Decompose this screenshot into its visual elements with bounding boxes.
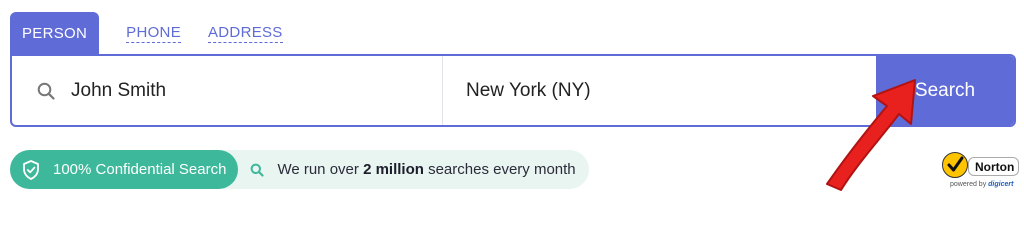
tab-phone-label: PHONE [126,23,181,43]
norton-logo-text: Norton [968,157,1020,176]
tab-address[interactable]: ADDRESS [208,12,283,54]
search-icon [37,82,55,100]
search-stats-badge: We run over 2 million searches every mon… [218,150,589,189]
name-field[interactable]: John Smith [12,56,443,125]
name-field-value: John Smith [71,79,167,101]
stats-bold: 2 million [363,161,424,178]
search-type-tabs: PERSON PHONE ADDRESS [10,12,283,54]
stats-suffix: searches every month [428,161,576,178]
tab-address-label: ADDRESS [208,23,283,43]
tab-person[interactable]: PERSON [10,12,100,54]
norton-check-icon [942,152,968,178]
confidential-label: 100% Confidential Search [53,161,227,178]
trust-badges: 100% Confidential Search We run over 2 m… [10,150,589,189]
red-arrow-annotation [826,79,916,191]
location-field[interactable]: New York (NY) [443,56,876,125]
search-icon [251,163,265,177]
location-field-value: New York (NY) [466,79,591,101]
stats-prefix: We run over [277,161,359,178]
shield-check-icon [23,159,39,180]
confidential-badge: 100% Confidential Search [10,150,239,189]
tab-phone[interactable]: PHONE [126,12,181,54]
norton-powered-by: powered by digicert [950,181,1013,188]
powered-by-text: powered by [950,181,987,188]
digicert-text: digicert [988,181,1014,188]
norton-seal: Norton powered by digicert [940,150,1020,192]
